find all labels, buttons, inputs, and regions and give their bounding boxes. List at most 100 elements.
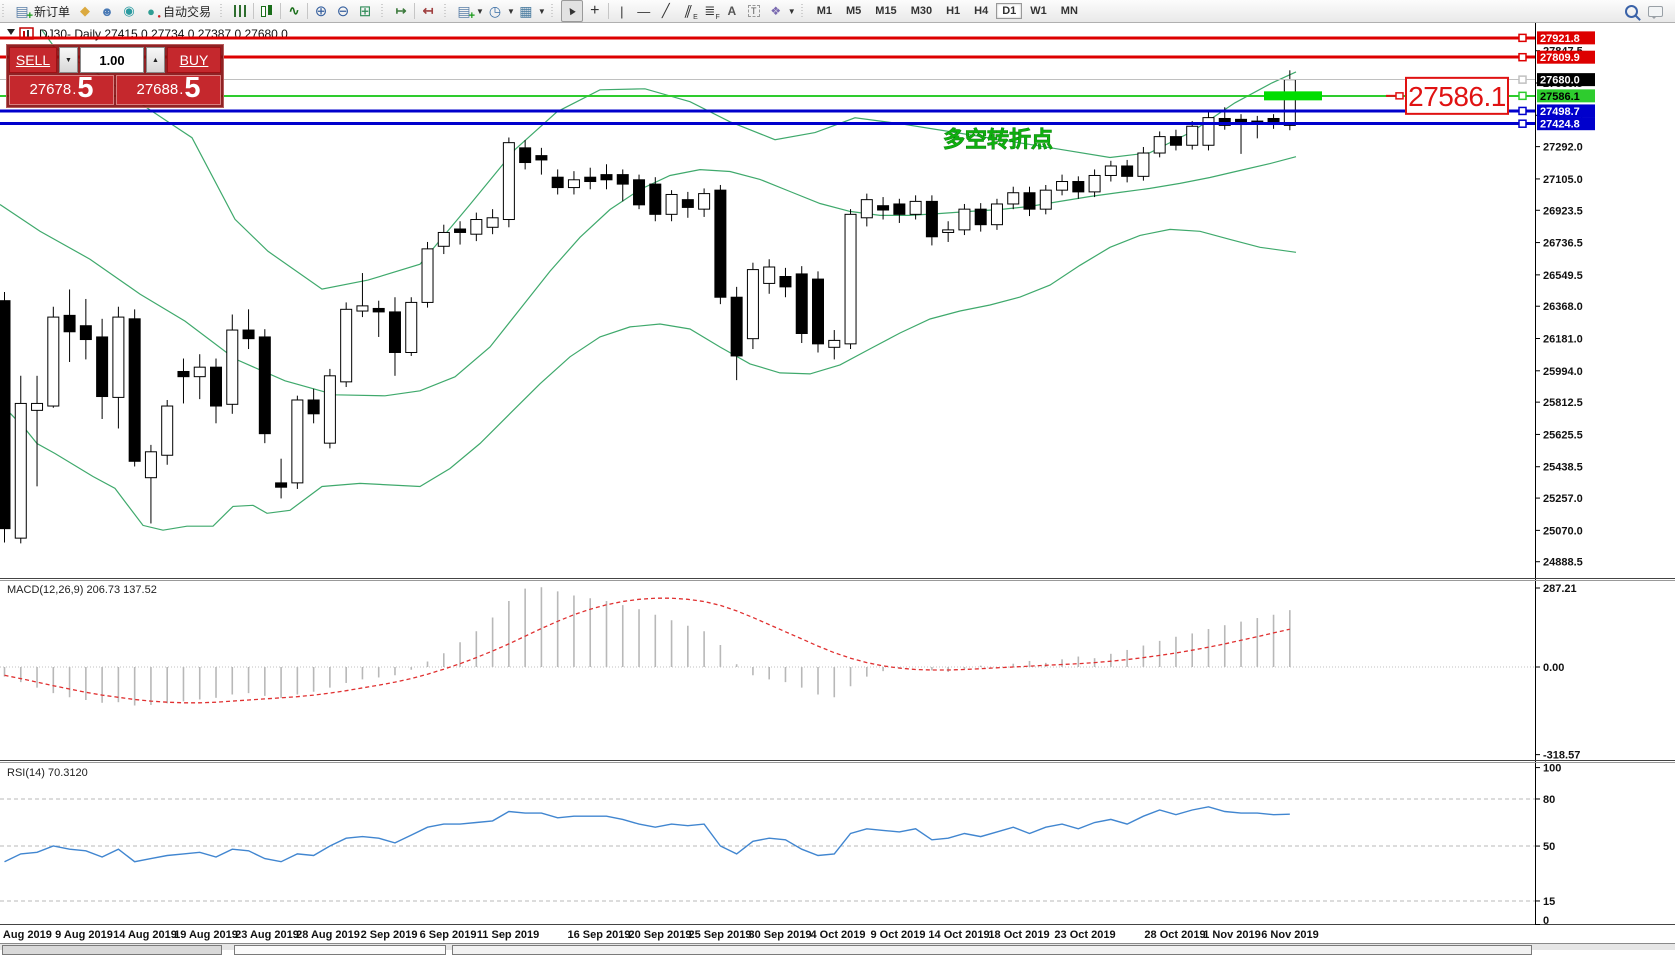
sell-button[interactable]: SELL xyxy=(9,47,57,73)
x-axis-label[interactable]: 28 Aug 2019 xyxy=(296,929,360,941)
x-axis-label[interactable]: 28 Oct 2019 xyxy=(1144,929,1205,941)
vertical-line-icon[interactable] xyxy=(612,1,632,21)
trendline-icon[interactable] xyxy=(656,1,676,21)
x-axis-label[interactable]: 20 Sep 2019 xyxy=(629,929,692,941)
timeframe-button-M5[interactable]: M5 xyxy=(840,3,867,19)
sell-price-dot: . xyxy=(72,77,76,103)
mailbox-icon[interactable] xyxy=(75,1,95,21)
fibonacci-icon[interactable] xyxy=(700,1,720,21)
x-axis-label[interactable]: 11 Sep 2019 xyxy=(477,929,539,941)
timeframe-button-MN[interactable]: MN xyxy=(1055,3,1084,19)
horizontal-line-icon[interactable] xyxy=(634,1,654,21)
candle-body xyxy=(341,309,352,382)
timeframe-button-W1[interactable]: W1 xyxy=(1024,3,1053,19)
tab-bar-strip[interactable] xyxy=(452,945,1532,955)
candle-body xyxy=(1138,153,1149,176)
chevron-down-icon[interactable]: ▼ xyxy=(788,7,796,16)
volume-increase-button[interactable]: ▲ xyxy=(146,47,165,73)
timeframe-button-H1[interactable]: H1 xyxy=(940,3,966,19)
candlestick-chart-icon[interactable] xyxy=(257,1,277,21)
chart-tab-active[interactable] xyxy=(234,945,446,955)
cursor-icon[interactable] xyxy=(561,0,583,22)
chart-window-icon-bar xyxy=(27,30,29,37)
chevron-down-icon[interactable]: ▼ xyxy=(476,7,484,16)
chevron-down-icon[interactable]: ▼ xyxy=(507,7,515,16)
x-axis-label[interactable]: 6 Nov 2019 xyxy=(1261,929,1318,941)
template-icon[interactable] xyxy=(516,1,536,21)
timeframe-button-M1[interactable]: M1 xyxy=(811,3,838,19)
new-order-label[interactable]: 新订单 xyxy=(34,3,70,20)
autotrading-icon[interactable] xyxy=(141,1,161,21)
candle-body xyxy=(1154,137,1165,153)
candle-body xyxy=(292,400,303,483)
market-watch-icon[interactable] xyxy=(97,1,117,21)
autotrading-label[interactable]: 自动交易 xyxy=(163,3,211,20)
chat-icon[interactable] xyxy=(1648,6,1663,17)
x-axis-label[interactable]: 2 Sep 2019 xyxy=(361,929,418,941)
line-end-marker xyxy=(1519,107,1526,114)
candle-body xyxy=(780,277,791,287)
x-axis-label[interactable]: 14 Aug 2019 xyxy=(113,929,177,941)
x-axis-label[interactable]: 6 Sep 2019 xyxy=(420,929,477,941)
timeframe-button-M15[interactable]: M15 xyxy=(869,3,902,19)
timeframe-button-D1[interactable]: D1 xyxy=(996,3,1022,19)
candle-body xyxy=(1170,137,1181,146)
timeframe-button-M30[interactable]: M30 xyxy=(905,3,938,19)
timeframe-button-H4[interactable]: H4 xyxy=(968,3,994,19)
zoom-in-icon[interactable] xyxy=(311,1,331,21)
crosshair-icon[interactable] xyxy=(585,1,605,21)
equidistant-channel-icon[interactable] xyxy=(678,1,698,21)
x-axis-label[interactable]: 5 Aug 2019 xyxy=(0,929,52,941)
candle-body xyxy=(1284,80,1295,126)
buy-price-button[interactable]: 27688 . 5 xyxy=(116,75,221,105)
text-icon[interactable] xyxy=(722,1,742,21)
tile-windows-icon[interactable] xyxy=(355,1,375,21)
chart-shift-icon[interactable] xyxy=(391,1,411,21)
chevron-down-icon[interactable]: ▼ xyxy=(538,7,546,16)
x-axis-label[interactable]: 4 Oct 2019 xyxy=(810,929,865,941)
line-end-marker xyxy=(1519,54,1526,61)
highlight-segment[interactable] xyxy=(1264,91,1322,100)
profiles-clock-icon[interactable] xyxy=(485,1,505,21)
sell-price-button[interactable]: 27678 . 5 xyxy=(9,75,114,105)
candle-body xyxy=(666,194,677,214)
bollinger-upper-band xyxy=(42,30,1296,289)
y-axis-label: 26368.0 xyxy=(1543,301,1583,313)
candle-body xyxy=(0,301,10,529)
auto-scroll-icon[interactable] xyxy=(418,1,438,21)
candle-body xyxy=(699,194,710,210)
x-axis-label[interactable]: 18 Oct 2019 xyxy=(988,929,1049,941)
signals-icon[interactable] xyxy=(119,1,139,21)
x-axis-label[interactable]: 19 Aug 2019 xyxy=(174,929,238,941)
search-icon[interactable] xyxy=(1625,5,1638,18)
x-axis-label[interactable]: 1 Nov 2019 xyxy=(1203,929,1260,941)
x-axis-label[interactable]: 23 Aug 2019 xyxy=(235,929,299,941)
line-chart-icon[interactable] xyxy=(284,1,304,21)
candle-body xyxy=(910,201,921,214)
x-axis-label[interactable]: 16 Sep 2019 xyxy=(568,929,631,941)
price-callout-text: 27586.1 xyxy=(1408,81,1506,112)
x-axis-label[interactable]: 23 Oct 2019 xyxy=(1054,929,1115,941)
bar-chart-icon[interactable] xyxy=(230,1,250,21)
timeframe-strip: M1M5M15M30H1H4D1W1MN xyxy=(807,0,1088,22)
sell-price-int: 27678 xyxy=(29,77,71,103)
x-axis-label[interactable]: 14 Oct 2019 xyxy=(928,929,989,941)
x-axis-label[interactable]: 30 Sep 2019 xyxy=(749,929,812,941)
x-axis-label[interactable]: 25 Sep 2019 xyxy=(689,929,752,941)
arrows-icon[interactable] xyxy=(766,1,786,21)
volume-input[interactable] xyxy=(80,47,144,73)
zoom-out-icon[interactable] xyxy=(333,1,353,21)
new-chart-icon[interactable] xyxy=(454,1,474,21)
oneclick-collapse-arrow[interactable] xyxy=(7,29,15,35)
x-axis-label[interactable]: 9 Oct 2019 xyxy=(870,929,925,941)
chart-tab[interactable] xyxy=(2,945,222,955)
new-order-icon[interactable] xyxy=(12,1,32,21)
candle-body xyxy=(129,319,140,461)
volume-decrease-button[interactable]: ▼ xyxy=(59,47,78,73)
x-axis-label[interactable]: 9 Aug 2019 xyxy=(55,929,113,941)
annotation-text[interactable]: 多空转折点 xyxy=(943,127,1053,152)
text-label-icon[interactable] xyxy=(744,1,764,21)
toolbar-grip xyxy=(381,4,385,18)
buy-button[interactable]: BUY xyxy=(167,47,221,73)
candle-body xyxy=(568,180,579,188)
